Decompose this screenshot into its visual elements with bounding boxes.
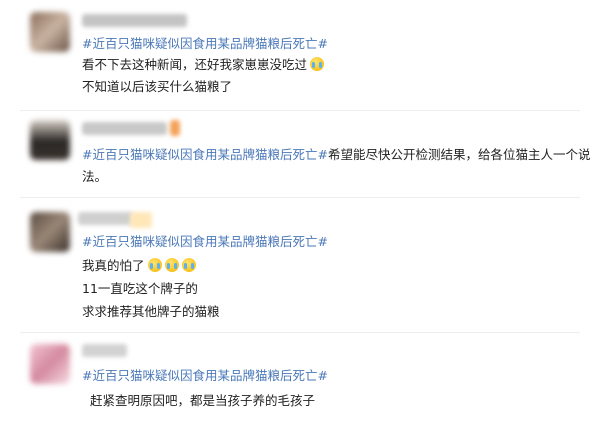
avatar[interactable] (30, 12, 70, 52)
hashtag-link[interactable]: #近百只猫咪疑似因食用某品牌猫粮后死亡# (82, 147, 328, 162)
divider (20, 197, 580, 198)
divider (20, 332, 580, 333)
crying-face-emoji-icon (147, 258, 162, 272)
comment-text: 不知道以后该买什么猫粮了 (82, 79, 233, 94)
username[interactable] (78, 212, 133, 225)
comment-text: 我真的怕了 (82, 256, 196, 276)
hashtag-link[interactable]: #近百只猫咪疑似因食用某品牌猫粮后死亡# (82, 34, 328, 54)
crying-face-emoji-icon (181, 258, 196, 272)
comment-text: 11一直吃这个牌子的 (82, 281, 198, 296)
crying-face-emoji-icon (164, 258, 179, 272)
avatar[interactable] (30, 212, 70, 252)
comment-text: 求求推荐其他牌子的猫粮 (82, 304, 220, 319)
crying-face-emoji-icon (310, 57, 325, 71)
comment-text: #近百只猫咪疑似因食用某品牌猫粮后死亡#希望能尽快公开检测结果，给各位猫主人一个… (82, 147, 591, 162)
divider (20, 110, 580, 111)
username[interactable] (82, 14, 187, 27)
user-badge (170, 120, 180, 136)
username[interactable] (82, 122, 167, 135)
username[interactable] (82, 344, 127, 357)
user-badge (130, 212, 152, 228)
comment-text: 看不下去这种新闻，还好我家崽崽没吃过 (82, 55, 325, 75)
comment-text: 赶紧查明原因吧，都是当孩子养的毛孩子 (90, 393, 316, 408)
avatar[interactable] (30, 120, 70, 160)
avatar[interactable] (30, 344, 70, 384)
hashtag-link[interactable]: #近百只猫咪疑似因食用某品牌猫粮后死亡# (82, 366, 328, 386)
comment-text: 法。 (82, 169, 108, 184)
hashtag-link[interactable]: #近百只猫咪疑似因食用某品牌猫粮后死亡# (82, 232, 328, 252)
